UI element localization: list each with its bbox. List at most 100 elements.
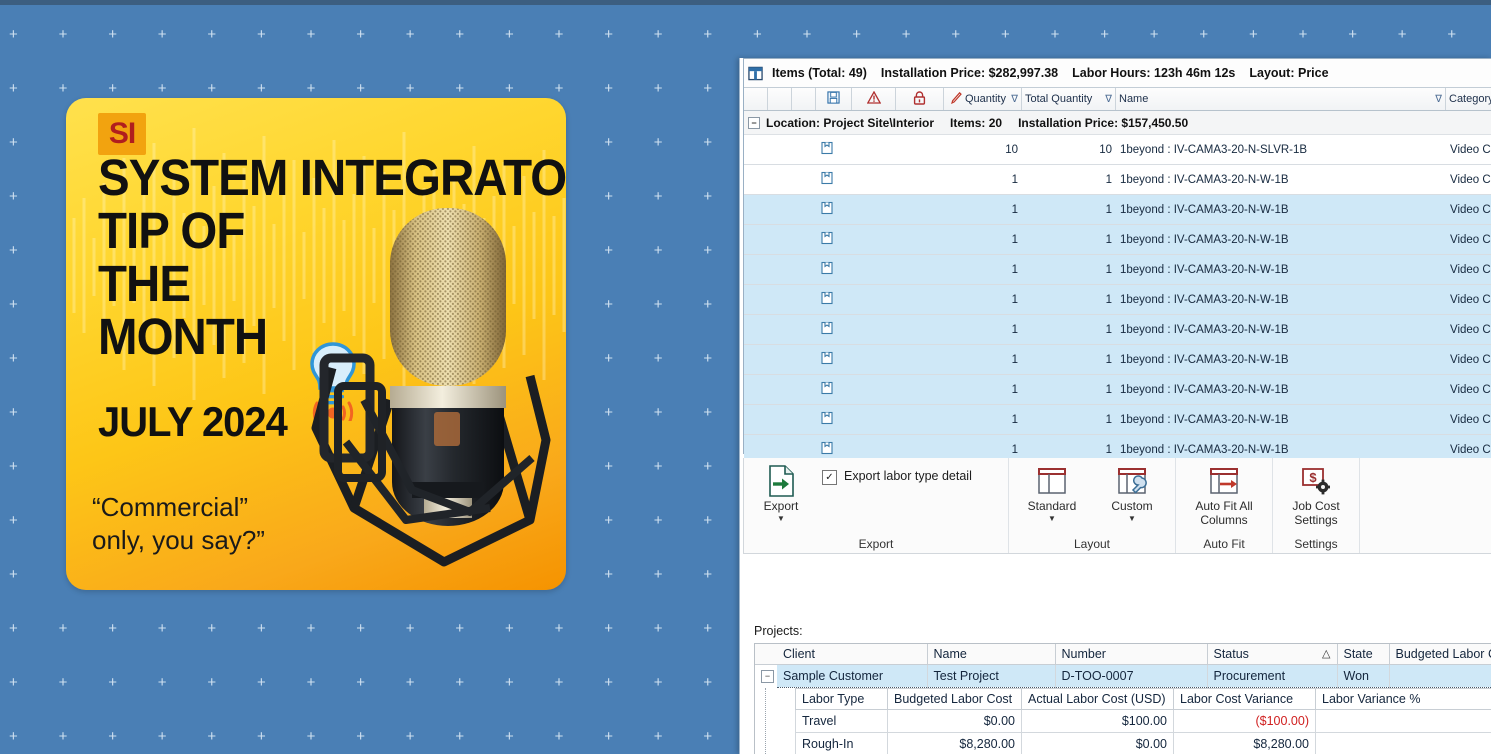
labor-col-actual[interactable]: Actual Labor Cost (USD)	[1021, 688, 1174, 710]
background-plus: +	[554, 674, 564, 691]
background-plus: +	[604, 458, 613, 475]
table-row[interactable]: 1 1 1beyond : IV-CAMA3-20-N-W-1B Video Conf…	[744, 405, 1491, 435]
warning-icon[interactable]	[866, 90, 881, 107]
auto-fit-all-columns-label: Auto Fit All Columns	[1195, 499, 1253, 527]
items-total-label: Items (Total: 49)	[772, 66, 867, 80]
project-name: Test Project	[927, 664, 1056, 688]
background-plus: +	[703, 188, 713, 205]
table-row[interactable]: 1 1 1beyond : IV-CAMA3-20-N-W-1B Video Conf…	[744, 225, 1491, 255]
background-plus: +	[108, 26, 117, 43]
background-plus: +	[604, 188, 613, 205]
row-name: 1beyond : IV-CAMA3-20-N-W-1B	[1120, 293, 1289, 306]
background-plus: +	[9, 728, 18, 745]
table-row[interactable]: 1 1 1beyond : IV-CAMA3-20-N-W-1B Video Conf…	[744, 375, 1491, 405]
row-total-quantity: 1	[1105, 443, 1112, 456]
grid-header-quantity[interactable]: Quantity ∇	[944, 88, 1022, 110]
projects-col-client[interactable]: Client	[777, 644, 928, 665]
row-category: Video Conferencing	[1450, 383, 1491, 396]
labor-variance-pct	[1315, 709, 1491, 733]
table-row[interactable]: Travel $0.00 $100.00 ($100.00)	[795, 709, 1491, 733]
labor-col-budgeted[interactable]: Budgeted Labor Cost	[887, 688, 1022, 710]
grid-header-warning-icon[interactable]	[852, 88, 896, 110]
auto-fit-all-columns-button[interactable]: Auto Fit All Columns	[1179, 463, 1269, 528]
save-icon[interactable]	[827, 91, 840, 107]
background-plus: +	[58, 620, 68, 637]
projects-table: Client Name Number Status △ State Budget…	[755, 644, 1491, 688]
labor-cost-variance: $8,280.00	[1173, 732, 1316, 754]
row-name: 1beyond : IV-CAMA3-20-N-W-1B	[1120, 203, 1289, 216]
background-plus: +	[306, 26, 316, 43]
projects-col-number[interactable]: Number	[1055, 644, 1208, 665]
background-plus: +	[653, 728, 663, 745]
grid-group-row[interactable]: − Location: Project Site\Interior Items:…	[744, 111, 1491, 135]
grid-header-spacer-0[interactable]	[744, 88, 768, 110]
grid-header-name[interactable]: Name ∇	[1116, 88, 1446, 110]
filter-icon[interactable]: ∇	[1007, 94, 1018, 105]
row-category: Video Conferencing	[1450, 173, 1491, 186]
installation-price-label: Installation Price: $282,997.38	[880, 66, 1059, 80]
background-plus: +	[653, 512, 663, 529]
custom-layout-caret[interactable]: ▼	[1128, 514, 1136, 523]
project-state: Won	[1337, 664, 1390, 688]
grid-header-lock-icon[interactable]	[896, 88, 944, 110]
background-plus: +	[455, 674, 465, 691]
labor-col-variance-pct[interactable]: Labor Variance %	[1315, 688, 1491, 710]
row-total-quantity: 1	[1105, 203, 1112, 216]
standard-layout-button[interactable]: Standard ▼	[1015, 463, 1089, 523]
grid-header-save-icon[interactable]	[816, 88, 852, 110]
grid-header-spacer-2[interactable]	[792, 88, 816, 110]
table-row[interactable]: 1 1 1beyond : IV-CAMA3-20-N-W-1B Video Conf…	[744, 195, 1491, 225]
projects-col-name[interactable]: Name	[927, 644, 1056, 665]
row-category: Video Conferencing	[1450, 323, 1491, 336]
background-plus: +	[455, 80, 465, 97]
table-row[interactable]: Rough-In $8,280.00 $0.00 $8,280.00	[795, 732, 1491, 754]
project-expand-toggle[interactable]: −	[761, 669, 774, 683]
checkbox-box[interactable]: ✓	[822, 470, 837, 485]
grid-header-spacer-1[interactable]	[768, 88, 792, 110]
projects-col-status[interactable]: Status △	[1207, 644, 1338, 665]
grid-header-label: Name	[1119, 93, 1149, 105]
row-name: 1beyond : IV-CAMA3-20-N-W-1B	[1120, 383, 1289, 396]
table-row[interactable]: 10 10 1beyond : IV-CAMA3-20-N-SLVR-1B Video…	[744, 135, 1491, 165]
table-row[interactable]: 1 1 1beyond : IV-CAMA3-20-N-W-1B Video Conf…	[744, 165, 1491, 195]
labor-col-variance[interactable]: Labor Cost Variance	[1173, 688, 1316, 710]
row-name: 1beyond : IV-CAMA3-20-N-W-1B	[1120, 233, 1289, 246]
lock-icon[interactable]	[913, 90, 926, 108]
standard-layout-caret[interactable]: ▼	[1048, 514, 1056, 523]
background-plus: +	[703, 134, 713, 151]
background-plus: +	[1100, 26, 1109, 43]
projects-col-state[interactable]: State	[1337, 644, 1390, 665]
background-plus: +	[1447, 26, 1457, 43]
custom-layout-button[interactable]: Custom ▼	[1095, 463, 1169, 523]
group-collapse-toggle[interactable]: −	[748, 116, 760, 129]
table-row[interactable]: 1 1 1beyond : IV-CAMA3-20-N-W-1B Video Conf…	[744, 285, 1491, 315]
labor-col-type[interactable]: Labor Type	[795, 688, 888, 710]
projects-col-budgeted-labor-cost[interactable]: Budgeted Labor Cost (USD)	[1389, 644, 1491, 665]
background-plus: +	[405, 80, 415, 97]
background-plus: +	[9, 458, 18, 475]
labor-type: Rough-In	[795, 732, 888, 754]
row-quantity: 1	[1011, 293, 1018, 306]
package-icon	[816, 201, 852, 218]
job-cost-settings-button[interactable]: $ Job Cost Settings	[1276, 463, 1356, 528]
background-plus: +	[505, 26, 514, 43]
background-plus: +	[703, 620, 713, 637]
background-plus: +	[405, 620, 415, 637]
table-row[interactable]: 1 1 1beyond : IV-CAMA3-20-N-W-1B Video Conf…	[744, 255, 1491, 285]
labor-detail-table-wrapper: Labor Type Budgeted Labor Cost Actual La…	[795, 688, 1491, 754]
table-row[interactable]: 1 1 1beyond : IV-CAMA3-20-N-W-1B Video Conf…	[744, 345, 1491, 375]
projects-panel: Client Name Number Status △ State Budget…	[754, 643, 1491, 754]
background-plus: +	[58, 80, 68, 97]
table-row[interactable]: − Sample Customer Test Project D-TOO-000…	[755, 664, 1491, 688]
filter-icon[interactable]: ∇	[1101, 94, 1112, 105]
grid-header-category[interactable]: Category∇	[1446, 88, 1491, 110]
grid-header-total-quantity[interactable]: Total Quantity ∇	[1022, 88, 1116, 110]
group-items-count: Items: 20	[950, 115, 1003, 130]
filter-icon[interactable]: ∇	[1431, 94, 1442, 105]
table-row[interactable]: 1 1 1beyond : IV-CAMA3-20-N-W-1B Video Conf…	[744, 315, 1491, 345]
export-labor-type-detail-checkbox[interactable]: ✓ Export labor type detail	[818, 463, 972, 485]
grid-column-header-row[interactable]: Quantity∇Total Quantity∇Name∇Category∇Su…	[744, 87, 1491, 111]
background-plus: +	[405, 674, 415, 691]
export-button[interactable]: Export ▼	[744, 463, 818, 523]
export-dropdown-caret[interactable]: ▼	[777, 514, 785, 523]
